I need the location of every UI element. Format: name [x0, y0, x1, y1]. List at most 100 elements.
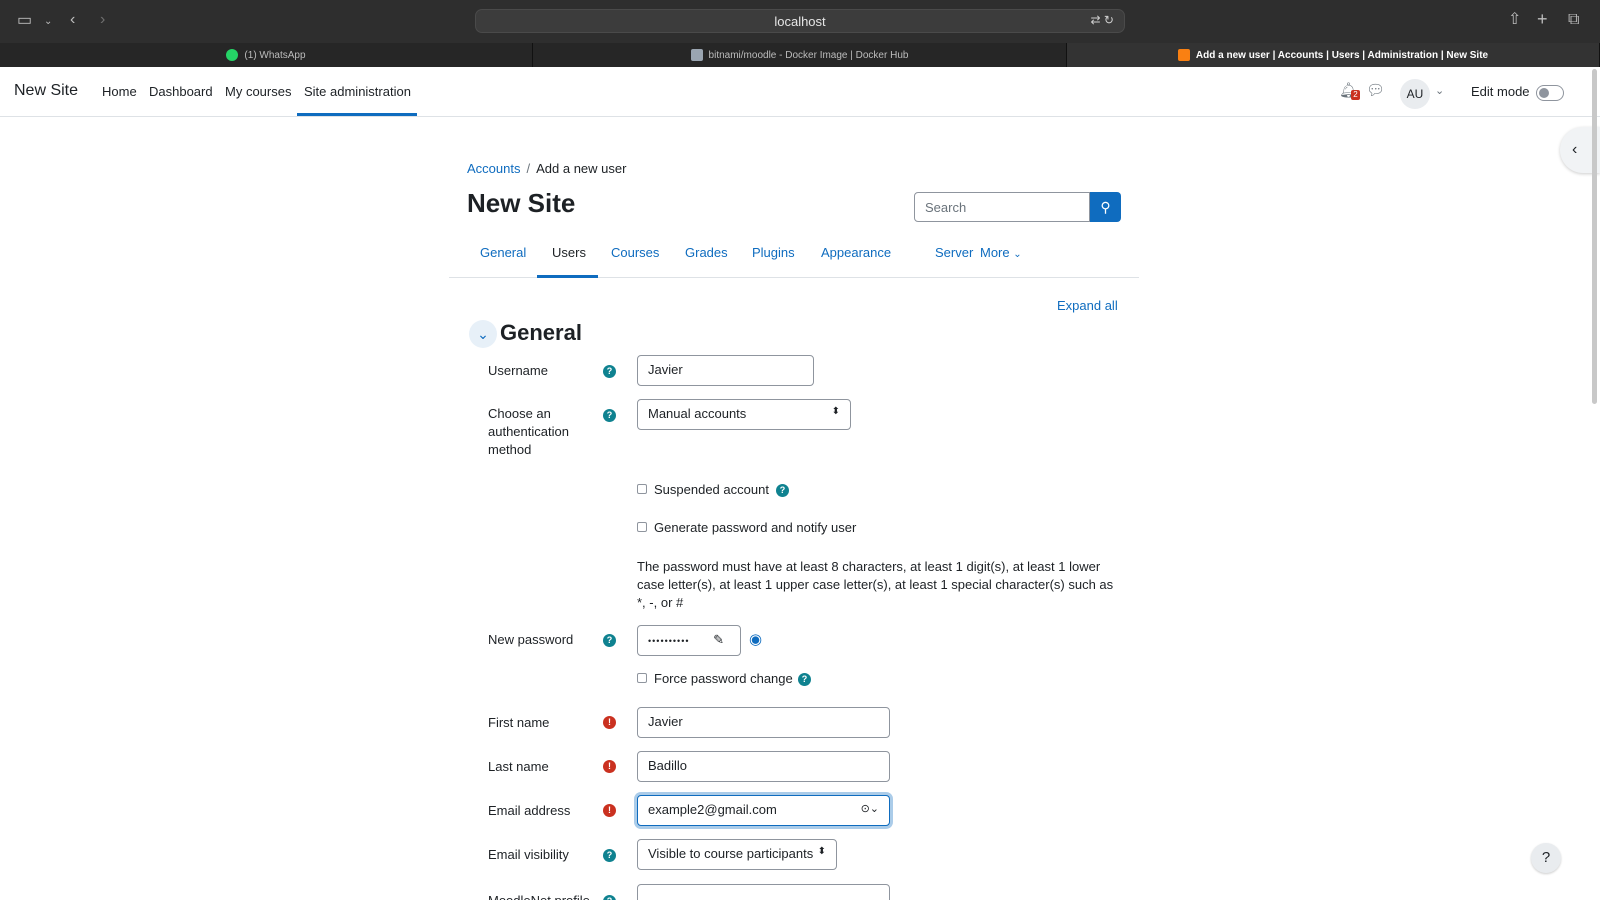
help-icon[interactable]: ?	[798, 673, 811, 686]
email-visibility-label: Email visibility	[488, 847, 569, 862]
password-mask: ••••••••••	[648, 636, 690, 646]
new-tab-icon[interactable]: +	[1537, 10, 1548, 28]
tab-grades[interactable]: Grades	[685, 245, 728, 270]
email-visibility-value: Visible to course participants	[648, 846, 814, 861]
last-name-input[interactable]: Badillo	[637, 751, 890, 782]
expand-all-link[interactable]: Expand all	[1057, 298, 1118, 313]
help-icon[interactable]: ?	[603, 634, 616, 647]
docker-icon	[690, 49, 703, 61]
nav-my-courses[interactable]: My courses	[225, 84, 291, 99]
breadcrumb-separator: /	[526, 161, 531, 176]
first-name-input[interactable]: Javier	[637, 707, 890, 738]
generate-password-label: Generate password and notify user	[654, 520, 857, 535]
tab-general[interactable]: General	[480, 245, 526, 270]
user-menu-chevron-icon[interactable]: ⌄	[1435, 84, 1444, 97]
notification-count-badge: 2	[1351, 90, 1360, 100]
username-input[interactable]: Javier	[637, 355, 814, 386]
required-icon: !	[603, 804, 616, 817]
suspended-checkbox[interactable]	[637, 484, 647, 494]
nav-home[interactable]: Home	[102, 84, 137, 99]
section-title: General	[500, 320, 582, 345]
reveal-password-icon[interactable]: ◉	[749, 630, 762, 648]
chevron-left-icon: ‹	[1572, 141, 1578, 158]
messages-icon[interactable]: 💬︎	[1366, 81, 1385, 99]
force-password-change-label: Force password change	[654, 671, 793, 686]
tab-users[interactable]: Users	[552, 245, 586, 270]
admin-secondary-nav: General Users Courses Grades Plugins App…	[449, 245, 1139, 278]
translate-reload-icons[interactable]: ⇄ ↻	[1091, 13, 1114, 27]
edit-mode-label: Edit mode	[1471, 84, 1530, 99]
browser-tab-whatsapp[interactable]: (1) WhatsApp	[0, 43, 533, 67]
breadcrumb-current: Add a new user	[536, 161, 627, 176]
search-button[interactable]: ⚲	[1090, 192, 1121, 222]
auth-method-select[interactable]: Manual accounts ⬍	[637, 399, 851, 430]
auth-method-label: Choose an authentication method	[488, 406, 569, 457]
forward-icon[interactable]: ›	[100, 12, 105, 28]
nav-site-administration[interactable]: Site administration	[304, 84, 411, 99]
auth-method-value: Manual accounts	[648, 406, 747, 421]
chevron-down-icon: ⌄	[1013, 249, 1022, 260]
email-input[interactable]: example2@gmail.com ⊙⌄	[637, 795, 890, 826]
new-password-field[interactable]: •••••••••• ✎	[637, 625, 741, 656]
tab-appearance[interactable]: Appearance	[821, 245, 891, 270]
toggle-knob	[1539, 88, 1549, 98]
nav-dashboard[interactable]: Dashboard	[149, 84, 213, 99]
page-scrollbar[interactable]	[1592, 69, 1597, 404]
force-password-change-checkbox[interactable]	[637, 673, 647, 683]
browser-toolbar: ▭ ⌄ ‹ › localhost ⇄ ↻ ⇧ + ⧉	[0, 0, 1600, 43]
help-icon[interactable]: ?	[776, 484, 789, 497]
page-help-button[interactable]: ?	[1531, 843, 1561, 873]
tab-label: bitnami/moodle - Docker Image | Docker H…	[708, 49, 909, 61]
page-title: New Site	[467, 188, 576, 218]
collapse-section-button[interactable]: ⌄	[469, 320, 497, 348]
browser-tab-docker[interactable]: bitnami/moodle - Docker Image | Docker H…	[533, 43, 1067, 67]
admin-search-input[interactable]	[914, 192, 1090, 222]
select-arrows-icon: ⬍	[817, 846, 826, 857]
tab-label: (1) WhatsApp	[244, 49, 306, 61]
email-value: example2@gmail.com	[648, 802, 777, 817]
site-navbar: New Site Home Dashboard My courses Site …	[0, 67, 1600, 117]
user-avatar[interactable]: AU	[1400, 79, 1430, 109]
username-label: Username	[488, 363, 548, 378]
password-policy-text: The password must have at least 8 charac…	[637, 559, 1114, 610]
active-nav-indicator	[297, 113, 417, 116]
tab-more-label: More	[980, 245, 1010, 260]
tab-server[interactable]: Server	[935, 245, 973, 270]
tab-plugins[interactable]: Plugins	[752, 245, 795, 270]
edit-mode-toggle[interactable]	[1536, 85, 1564, 101]
tab-more[interactable]: More ⌄	[980, 245, 1022, 270]
required-icon: !	[603, 716, 616, 729]
select-arrows-icon: ⬍	[831, 406, 840, 417]
address-bar[interactable]: localhost ⇄ ↻	[475, 9, 1125, 33]
sidebar-toggle-icon[interactable]: ▭	[17, 13, 32, 29]
help-icon[interactable]: ?	[603, 409, 616, 422]
help-icon[interactable]: ?	[603, 365, 616, 378]
autofill-contact-icon[interactable]: ⊙⌄	[861, 802, 879, 815]
email-visibility-select[interactable]: Visible to course participants ⬍	[637, 839, 837, 870]
suspended-label: Suspended account	[654, 482, 769, 497]
whatsapp-icon	[226, 49, 239, 61]
new-password-label: New password	[488, 632, 574, 647]
moodle-icon	[1177, 49, 1190, 61]
back-icon[interactable]: ‹	[70, 12, 75, 28]
search-icon: ⚲	[1100, 199, 1111, 215]
last-name-label: Last name	[488, 759, 549, 774]
active-tab-indicator	[537, 275, 598, 278]
edit-pencil-icon[interactable]: ✎	[713, 632, 724, 648]
breadcrumb-accounts[interactable]: Accounts	[467, 161, 520, 176]
generate-password-checkbox[interactable]	[637, 522, 647, 532]
browser-tab-moodle[interactable]: Add a new user | Accounts | Users | Admi…	[1067, 43, 1600, 67]
tab-overview-icon[interactable]: ⧉	[1568, 12, 1579, 28]
required-icon: !	[603, 760, 616, 773]
help-icon[interactable]: ?	[603, 849, 616, 862]
url-text: localhost	[774, 14, 826, 29]
breadcrumb: Accounts / Add a new user	[467, 161, 626, 176]
moodlenet-profile-input[interactable]	[637, 884, 890, 900]
tab-courses[interactable]: Courses	[611, 245, 659, 270]
tab-label: Add a new user | Accounts | Users | Admi…	[1195, 49, 1489, 61]
chevron-down-icon[interactable]: ⌄	[44, 14, 52, 30]
site-brand[interactable]: New Site	[14, 82, 78, 100]
moodlenet-profile-label: MoodleNet profile	[488, 892, 618, 900]
share-icon[interactable]: ⇧	[1508, 12, 1521, 28]
browser-tabs: (1) WhatsApp bitnami/moodle - Docker Ima…	[0, 43, 1600, 67]
